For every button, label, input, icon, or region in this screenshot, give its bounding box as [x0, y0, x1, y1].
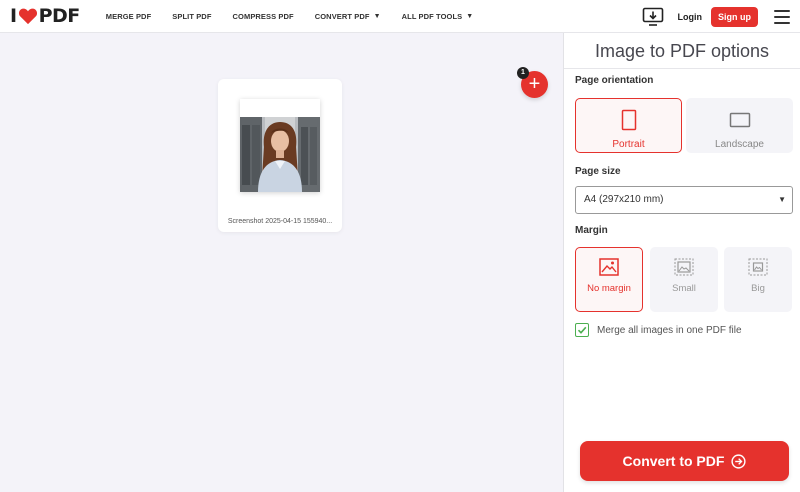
portrait-label: Portrait — [612, 139, 645, 150]
logo-letter-i: I — [10, 5, 17, 27]
heart-icon — [18, 8, 37, 25]
page-size-value: A4 (297x210 mm) — [584, 194, 664, 205]
image-big-margin-icon — [748, 258, 768, 276]
dropdown-arrow-icon: ▼ — [778, 195, 786, 204]
portrait-photo-image — [240, 117, 320, 192]
signup-button[interactable]: Sign up — [711, 6, 758, 27]
file-count-badge: 1 — [517, 67, 529, 79]
nav-convert-pdf[interactable]: CONVERT PDF ▼ — [315, 12, 381, 21]
small-margin-label: Small — [672, 283, 696, 294]
nav-compress-pdf[interactable]: COMPRESS PDF — [233, 12, 294, 21]
page-size-label: Page size — [575, 166, 621, 177]
caret-down-icon: ▼ — [466, 12, 474, 20]
page-size-select[interactable]: A4 (297x210 mm) ▼ — [575, 186, 793, 214]
file-card[interactable]: Screenshot 2025-04-15 155940... — [218, 79, 342, 232]
header-actions: Login Sign up — [642, 0, 800, 33]
plus-icon: + — [528, 73, 541, 95]
image-no-margin-icon — [599, 258, 619, 276]
image-small-margin-icon — [674, 258, 694, 276]
desktop-download-icon[interactable] — [642, 7, 664, 27]
convert-button-label: Convert to PDF — [622, 453, 725, 469]
margin-none-option[interactable]: No margin — [575, 247, 643, 312]
merge-label: Merge all images in one PDF file — [597, 324, 742, 336]
checkmark-icon — [577, 326, 587, 334]
main-nav: MERGE PDF SPLIT PDF COMPRESS PDF CONVERT… — [106, 12, 495, 21]
hamburger-menu-icon[interactable] — [774, 9, 790, 24]
top-nav-bar: I PDF MERGE PDF SPLIT PDF COMPRESS PDF C… — [0, 0, 800, 33]
login-link[interactable]: Login — [678, 12, 703, 22]
portrait-page-icon — [621, 109, 636, 131]
merge-checkbox[interactable] — [575, 323, 589, 337]
nav-all-pdf-tools[interactable]: ALL PDF TOOLS ▼ — [402, 12, 474, 21]
logo-text: PDF — [38, 5, 81, 27]
no-margin-label: No margin — [587, 283, 631, 294]
orientation-landscape-option[interactable]: Landscape — [686, 98, 793, 153]
margin-big-option[interactable]: Big — [724, 247, 792, 312]
menu-line — [774, 9, 790, 12]
file-name-label: Screenshot 2025-04-15 155940... — [227, 218, 333, 225]
nav-split-pdf[interactable]: SPLIT PDF — [172, 12, 211, 21]
convert-to-pdf-button[interactable]: Convert to PDF — [580, 441, 789, 481]
file-thumbnail — [240, 99, 320, 192]
sidebar-title: Image to PDF options — [564, 33, 800, 69]
ilovepdf-logo[interactable]: I PDF — [10, 5, 80, 27]
arrow-right-circle-icon — [731, 453, 747, 469]
options-sidebar: Image to PDF options Page orientation Po… — [563, 33, 800, 492]
menu-line — [774, 21, 790, 24]
caret-down-icon: ▼ — [373, 12, 381, 20]
big-margin-label: Big — [751, 283, 765, 294]
nav-merge-pdf[interactable]: MERGE PDF — [106, 12, 152, 21]
page-orientation-label: Page orientation — [575, 75, 654, 86]
merge-option-row: Merge all images in one PDF file — [575, 323, 742, 337]
landscape-label: Landscape — [715, 139, 764, 150]
landscape-page-icon — [729, 112, 750, 128]
orientation-portrait-option[interactable]: Portrait — [575, 98, 682, 153]
margin-small-option[interactable]: Small — [650, 247, 718, 312]
margin-label: Margin — [575, 225, 608, 236]
menu-line — [774, 15, 790, 18]
